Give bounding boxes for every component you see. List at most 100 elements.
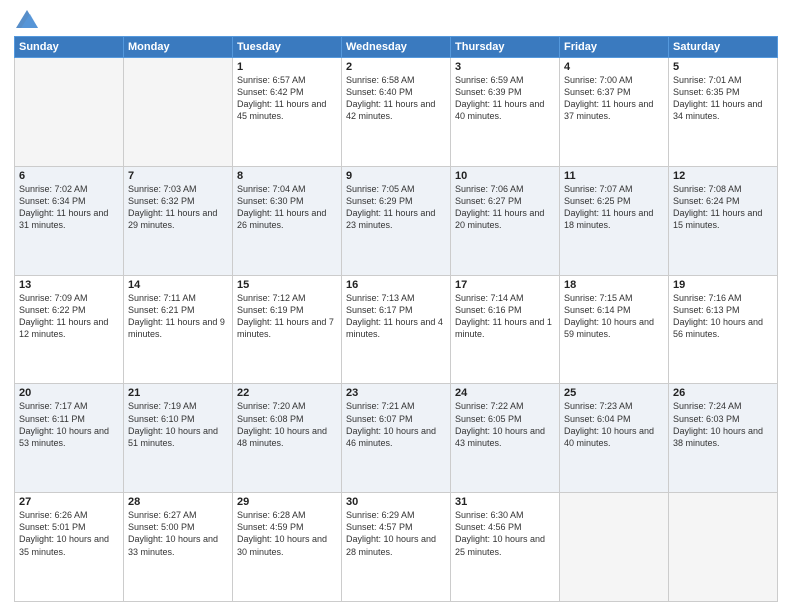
day-number: 15 — [237, 279, 337, 291]
day-number: 29 — [237, 496, 337, 508]
day-info: Sunrise: 6:27 AMSunset: 5:00 PMDaylight:… — [128, 509, 228, 558]
day-info: Sunrise: 7:21 AMSunset: 6:07 PMDaylight:… — [346, 400, 446, 449]
day-info: Sunrise: 7:15 AMSunset: 6:14 PMDaylight:… — [564, 292, 664, 341]
day-number: 13 — [19, 279, 119, 291]
day-number: 1 — [237, 61, 337, 73]
day-info: Sunrise: 6:59 AMSunset: 6:39 PMDaylight:… — [455, 74, 555, 123]
day-number: 5 — [673, 61, 773, 73]
day-info: Sunrise: 7:09 AMSunset: 6:22 PMDaylight:… — [19, 292, 119, 341]
calendar-cell: 1Sunrise: 6:57 AMSunset: 6:42 PMDaylight… — [233, 58, 342, 167]
calendar-cell: 9Sunrise: 7:05 AMSunset: 6:29 PMDaylight… — [342, 166, 451, 275]
day-info: Sunrise: 7:20 AMSunset: 6:08 PMDaylight:… — [237, 400, 337, 449]
day-number: 19 — [673, 279, 773, 291]
day-number: 3 — [455, 61, 555, 73]
calendar-cell: 12Sunrise: 7:08 AMSunset: 6:24 PMDayligh… — [669, 166, 778, 275]
calendar-cell: 25Sunrise: 7:23 AMSunset: 6:04 PMDayligh… — [560, 384, 669, 493]
calendar-cell: 8Sunrise: 7:04 AMSunset: 6:30 PMDaylight… — [233, 166, 342, 275]
day-info: Sunrise: 7:02 AMSunset: 6:34 PMDaylight:… — [19, 183, 119, 232]
calendar-cell — [669, 493, 778, 602]
day-info: Sunrise: 7:00 AMSunset: 6:37 PMDaylight:… — [564, 74, 664, 123]
calendar-week-row: 20Sunrise: 7:17 AMSunset: 6:11 PMDayligh… — [15, 384, 778, 493]
day-number: 14 — [128, 279, 228, 291]
day-info: Sunrise: 7:08 AMSunset: 6:24 PMDaylight:… — [673, 183, 773, 232]
day-info: Sunrise: 6:29 AMSunset: 4:57 PMDaylight:… — [346, 509, 446, 558]
calendar-cell: 11Sunrise: 7:07 AMSunset: 6:25 PMDayligh… — [560, 166, 669, 275]
day-number: 21 — [128, 387, 228, 399]
calendar-week-row: 1Sunrise: 6:57 AMSunset: 6:42 PMDaylight… — [15, 58, 778, 167]
day-number: 11 — [564, 170, 664, 182]
day-info: Sunrise: 7:01 AMSunset: 6:35 PMDaylight:… — [673, 74, 773, 123]
calendar-cell: 31Sunrise: 6:30 AMSunset: 4:56 PMDayligh… — [451, 493, 560, 602]
day-info: Sunrise: 7:16 AMSunset: 6:13 PMDaylight:… — [673, 292, 773, 341]
calendar-cell: 15Sunrise: 7:12 AMSunset: 6:19 PMDayligh… — [233, 275, 342, 384]
calendar-cell: 29Sunrise: 6:28 AMSunset: 4:59 PMDayligh… — [233, 493, 342, 602]
calendar-cell: 18Sunrise: 7:15 AMSunset: 6:14 PMDayligh… — [560, 275, 669, 384]
calendar-header-thursday: Thursday — [451, 37, 560, 58]
calendar-cell: 7Sunrise: 7:03 AMSunset: 6:32 PMDaylight… — [124, 166, 233, 275]
calendar-cell: 21Sunrise: 7:19 AMSunset: 6:10 PMDayligh… — [124, 384, 233, 493]
day-number: 25 — [564, 387, 664, 399]
calendar-header-wednesday: Wednesday — [342, 37, 451, 58]
day-info: Sunrise: 6:58 AMSunset: 6:40 PMDaylight:… — [346, 74, 446, 123]
day-info: Sunrise: 6:30 AMSunset: 4:56 PMDaylight:… — [455, 509, 555, 558]
header — [14, 10, 778, 28]
calendar-header-sunday: Sunday — [15, 37, 124, 58]
calendar-cell: 17Sunrise: 7:14 AMSunset: 6:16 PMDayligh… — [451, 275, 560, 384]
day-number: 8 — [237, 170, 337, 182]
calendar-cell: 28Sunrise: 6:27 AMSunset: 5:00 PMDayligh… — [124, 493, 233, 602]
calendar-cell: 4Sunrise: 7:00 AMSunset: 6:37 PMDaylight… — [560, 58, 669, 167]
day-number: 17 — [455, 279, 555, 291]
day-number: 9 — [346, 170, 446, 182]
day-info: Sunrise: 6:57 AMSunset: 6:42 PMDaylight:… — [237, 74, 337, 123]
calendar-cell: 3Sunrise: 6:59 AMSunset: 6:39 PMDaylight… — [451, 58, 560, 167]
calendar-cell: 27Sunrise: 6:26 AMSunset: 5:01 PMDayligh… — [15, 493, 124, 602]
day-number: 30 — [346, 496, 446, 508]
day-number: 28 — [128, 496, 228, 508]
day-number: 16 — [346, 279, 446, 291]
calendar-cell — [560, 493, 669, 602]
day-number: 7 — [128, 170, 228, 182]
day-info: Sunrise: 6:26 AMSunset: 5:01 PMDaylight:… — [19, 509, 119, 558]
day-info: Sunrise: 7:19 AMSunset: 6:10 PMDaylight:… — [128, 400, 228, 449]
calendar-cell: 24Sunrise: 7:22 AMSunset: 6:05 PMDayligh… — [451, 384, 560, 493]
day-info: Sunrise: 7:23 AMSunset: 6:04 PMDaylight:… — [564, 400, 664, 449]
day-info: Sunrise: 7:17 AMSunset: 6:11 PMDaylight:… — [19, 400, 119, 449]
day-number: 4 — [564, 61, 664, 73]
day-number: 27 — [19, 496, 119, 508]
day-number: 26 — [673, 387, 773, 399]
calendar-cell: 5Sunrise: 7:01 AMSunset: 6:35 PMDaylight… — [669, 58, 778, 167]
calendar-cell: 16Sunrise: 7:13 AMSunset: 6:17 PMDayligh… — [342, 275, 451, 384]
calendar-header-row: SundayMondayTuesdayWednesdayThursdayFrid… — [15, 37, 778, 58]
calendar-cell: 20Sunrise: 7:17 AMSunset: 6:11 PMDayligh… — [15, 384, 124, 493]
day-info: Sunrise: 7:14 AMSunset: 6:16 PMDaylight:… — [455, 292, 555, 341]
day-info: Sunrise: 7:07 AMSunset: 6:25 PMDaylight:… — [564, 183, 664, 232]
calendar-week-row: 6Sunrise: 7:02 AMSunset: 6:34 PMDaylight… — [15, 166, 778, 275]
calendar-cell: 30Sunrise: 6:29 AMSunset: 4:57 PMDayligh… — [342, 493, 451, 602]
day-number: 22 — [237, 387, 337, 399]
day-number: 24 — [455, 387, 555, 399]
day-info: Sunrise: 7:05 AMSunset: 6:29 PMDaylight:… — [346, 183, 446, 232]
day-number: 2 — [346, 61, 446, 73]
calendar-header-saturday: Saturday — [669, 37, 778, 58]
day-info: Sunrise: 7:13 AMSunset: 6:17 PMDaylight:… — [346, 292, 446, 341]
day-number: 23 — [346, 387, 446, 399]
calendar-cell: 14Sunrise: 7:11 AMSunset: 6:21 PMDayligh… — [124, 275, 233, 384]
calendar-week-row: 13Sunrise: 7:09 AMSunset: 6:22 PMDayligh… — [15, 275, 778, 384]
day-info: Sunrise: 7:03 AMSunset: 6:32 PMDaylight:… — [128, 183, 228, 232]
day-number: 20 — [19, 387, 119, 399]
calendar-cell — [124, 58, 233, 167]
day-number: 6 — [19, 170, 119, 182]
logo-icon — [16, 10, 38, 28]
day-info: Sunrise: 7:04 AMSunset: 6:30 PMDaylight:… — [237, 183, 337, 232]
calendar-cell: 6Sunrise: 7:02 AMSunset: 6:34 PMDaylight… — [15, 166, 124, 275]
day-number: 10 — [455, 170, 555, 182]
calendar-cell: 22Sunrise: 7:20 AMSunset: 6:08 PMDayligh… — [233, 384, 342, 493]
day-info: Sunrise: 7:06 AMSunset: 6:27 PMDaylight:… — [455, 183, 555, 232]
calendar-header-friday: Friday — [560, 37, 669, 58]
calendar-header-monday: Monday — [124, 37, 233, 58]
day-info: Sunrise: 6:28 AMSunset: 4:59 PMDaylight:… — [237, 509, 337, 558]
calendar-cell — [15, 58, 124, 167]
calendar-header-tuesday: Tuesday — [233, 37, 342, 58]
day-number: 12 — [673, 170, 773, 182]
calendar-cell: 2Sunrise: 6:58 AMSunset: 6:40 PMDaylight… — [342, 58, 451, 167]
